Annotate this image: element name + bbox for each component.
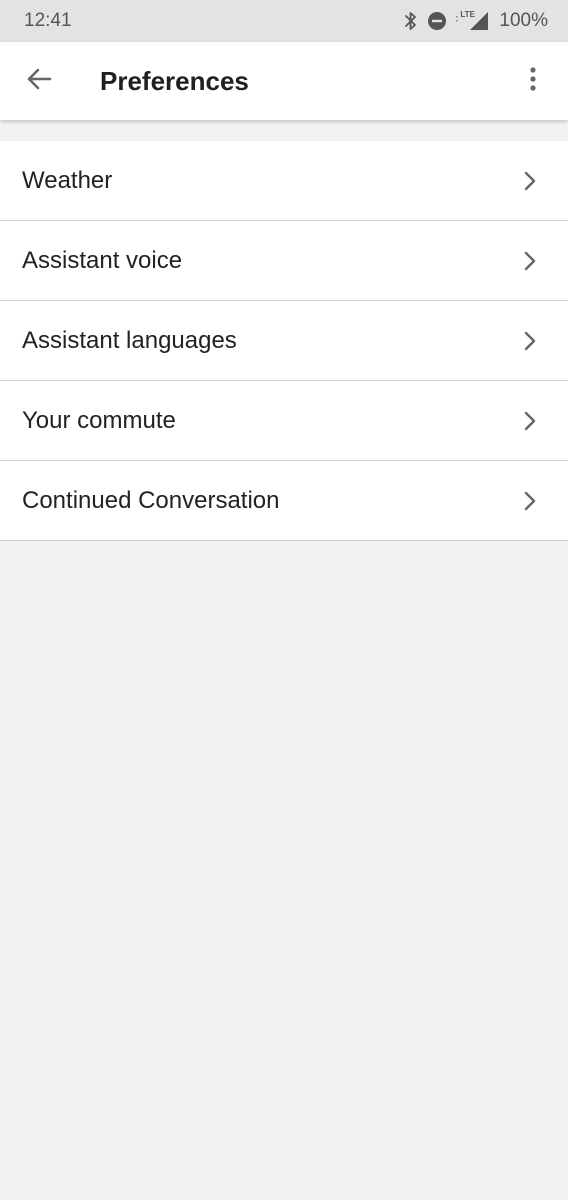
preference-item-label: Weather (22, 166, 113, 194)
more-vert-icon (529, 66, 537, 97)
preference-item-assistant-voice[interactable]: Assistant voice (0, 221, 568, 301)
battery-level: 100% (499, 10, 548, 31)
chevron-right-icon (520, 251, 540, 271)
preference-item-your-commute[interactable]: Your commute (0, 381, 568, 461)
preference-item-label: Continued Conversation (22, 486, 280, 514)
more-options-button[interactable] (514, 62, 552, 100)
status-time: 12:41 (24, 10, 72, 31)
arrow-back-icon (26, 66, 52, 97)
preferences-list: Weather Assistant voice Assistant langua… (0, 141, 568, 541)
preference-item-label: Assistant languages (22, 326, 237, 354)
chevron-right-icon (520, 411, 540, 431)
preference-item-assistant-languages[interactable]: Assistant languages (0, 301, 568, 381)
page-title: Preferences (100, 66, 249, 96)
preference-item-continued-conversation[interactable]: Continued Conversation (0, 461, 568, 541)
app-bar: Preferences (0, 42, 568, 120)
do-not-disturb-icon (427, 11, 447, 31)
preference-item-label: Assistant voice (22, 246, 183, 274)
chevron-right-icon (520, 171, 540, 191)
back-button[interactable] (20, 62, 58, 100)
bluetooth-icon (404, 11, 418, 31)
chevron-right-icon (520, 491, 540, 511)
signal-icon: LTE (456, 10, 490, 32)
status-bar: 12:41 LTE 100% (0, 0, 568, 42)
preference-item-weather[interactable]: Weather (0, 141, 568, 221)
chevron-right-icon (520, 331, 540, 351)
preference-item-label: Your commute (22, 406, 176, 434)
status-icons: LTE 100% (404, 10, 548, 32)
